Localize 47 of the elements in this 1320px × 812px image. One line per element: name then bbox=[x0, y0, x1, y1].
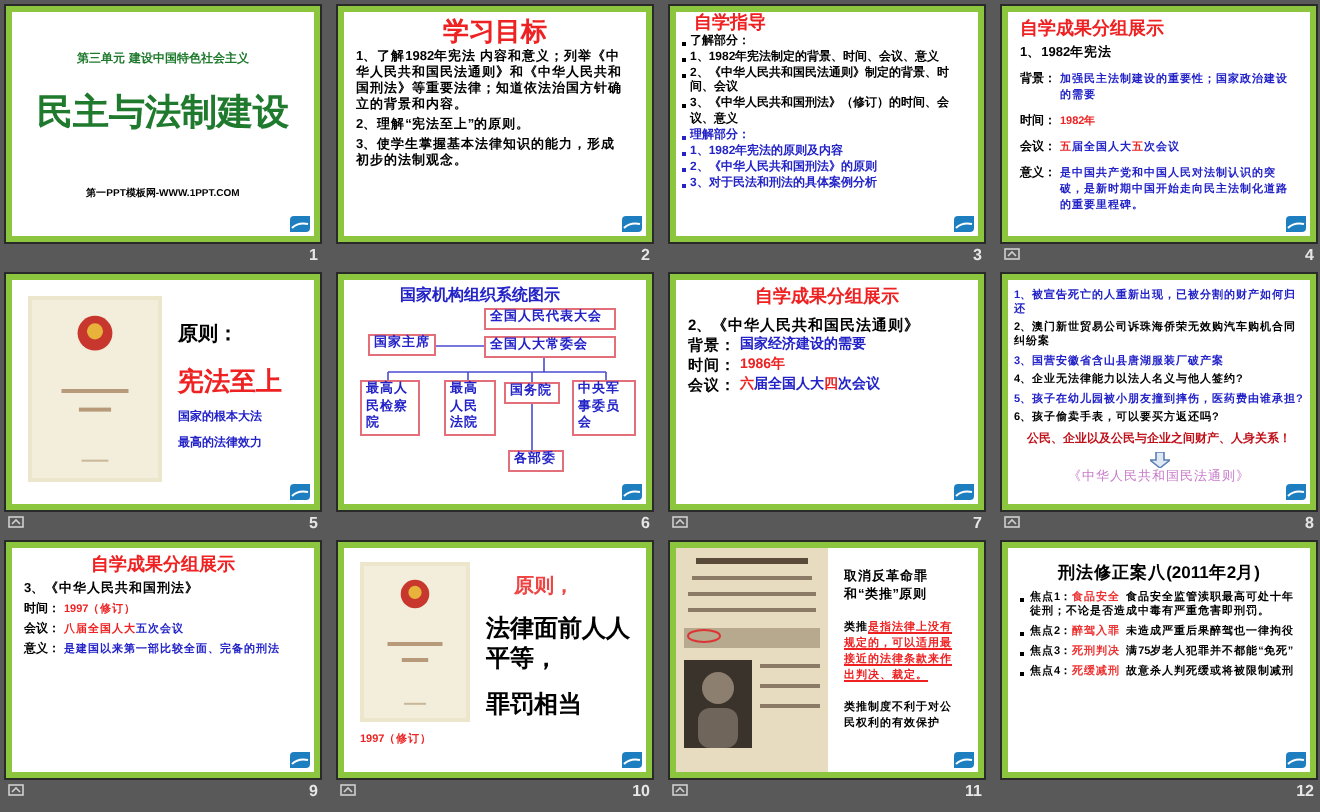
animation-icon[interactable] bbox=[8, 784, 24, 796]
animation-icon[interactable] bbox=[1004, 248, 1020, 260]
slide-title: 自学指导 bbox=[692, 12, 768, 34]
slide-title: 刑法修正案八(2011年2月) bbox=[1058, 560, 1260, 586]
slide-number: 3 bbox=[973, 243, 982, 267]
logo-icon bbox=[622, 484, 642, 500]
animation-icon[interactable] bbox=[1004, 516, 1020, 528]
animation-icon[interactable] bbox=[672, 516, 688, 528]
slide-number: 11 bbox=[965, 779, 982, 803]
slide-title: 民主与法制建设 bbox=[37, 90, 289, 136]
slide-number: 1 bbox=[309, 243, 318, 267]
animation-icon[interactable] bbox=[8, 516, 24, 528]
connector-line bbox=[435, 345, 485, 347]
logo-icon bbox=[1286, 752, 1306, 768]
slide-title: 自学成果分组展示 bbox=[755, 284, 899, 308]
logo-icon bbox=[290, 484, 310, 500]
slide-title: 自学成果分组展示 bbox=[91, 552, 235, 576]
down-arrow-icon bbox=[1149, 451, 1169, 468]
logo-icon bbox=[290, 752, 310, 768]
logo-icon bbox=[1286, 484, 1306, 500]
chart-title: 国家机构组织系统图示 bbox=[400, 284, 560, 308]
slide-number: 8 bbox=[1305, 511, 1314, 535]
slide-title: 学习目标 bbox=[443, 16, 547, 46]
text-line: 法律面前人人平等， bbox=[486, 614, 630, 674]
slide-number: 7 bbox=[973, 511, 982, 535]
slide-number: 6 bbox=[641, 511, 650, 535]
logo-icon bbox=[954, 752, 974, 768]
slide-title: 自学成果分组展示 bbox=[1020, 16, 1164, 40]
slide-number: 10 bbox=[632, 779, 650, 803]
heading: 原则， bbox=[512, 573, 576, 602]
motto: 宪法至上 bbox=[178, 364, 282, 400]
slide-number: 2 bbox=[641, 243, 650, 267]
text-line: 罪罚相当 bbox=[486, 690, 584, 720]
connector-line bbox=[531, 401, 533, 451]
slide-number: 12 bbox=[1296, 779, 1314, 803]
slide-number: 4 bbox=[1305, 243, 1314, 267]
animation-icon[interactable] bbox=[672, 784, 688, 796]
logo-icon bbox=[622, 752, 642, 768]
logo-icon bbox=[622, 216, 642, 232]
heading: 原则： bbox=[178, 321, 238, 350]
logo-icon bbox=[1286, 216, 1306, 232]
slide-number: 9 bbox=[309, 779, 318, 803]
animation-icon[interactable] bbox=[340, 784, 356, 796]
logo-icon bbox=[290, 216, 310, 232]
slide-number: 5 bbox=[309, 511, 318, 535]
logo-icon bbox=[954, 484, 974, 500]
logo-icon bbox=[954, 216, 974, 232]
